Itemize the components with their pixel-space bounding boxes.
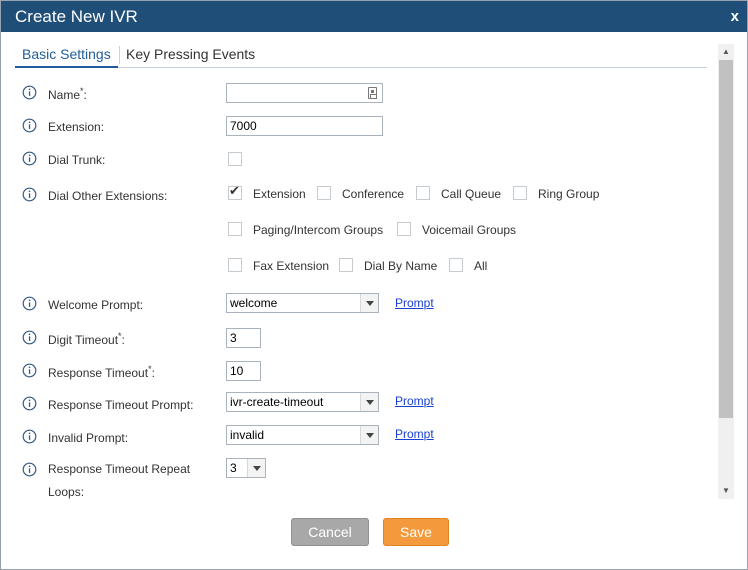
response-timeout-prompt-label: Response Timeout Prompt:: [48, 398, 194, 412]
info-icon[interactable]: [22, 151, 37, 166]
scroll-up-icon[interactable]: ▲: [718, 44, 734, 60]
extension-option-label: Extension: [253, 187, 306, 201]
name-input[interactable]: [226, 83, 383, 103]
tab-basic-settings[interactable]: Basic Settings: [15, 44, 118, 68]
invalid-prompt-label: Invalid Prompt:: [48, 431, 129, 445]
invalid-prompt-link[interactable]: Prompt: [395, 427, 434, 441]
dialog-title: Create New IVR: [15, 7, 138, 26]
dialog-titlebar: Create New IVR x: [1, 1, 747, 32]
all-option-label: All: [474, 259, 488, 273]
all-checkbox[interactable]: [449, 258, 463, 272]
tab-divider: [119, 46, 120, 64]
fax-extension-option-label: Fax Extension: [253, 259, 330, 273]
digit-timeout-label: Digit Timeout*:: [48, 331, 125, 347]
info-icon[interactable]: [22, 330, 37, 345]
scroll-thumb[interactable]: [719, 60, 733, 418]
cancel-button[interactable]: Cancel: [291, 518, 369, 546]
conference-checkbox[interactable]: [317, 186, 331, 200]
response-timeout-label: Response Timeout*:: [48, 364, 155, 380]
save-button[interactable]: Save: [383, 518, 449, 546]
info-icon[interactable]: [22, 118, 37, 133]
info-icon[interactable]: [22, 429, 37, 444]
invalid-prompt-select[interactable]: invalid: [226, 425, 379, 445]
extension-label: Extension:: [48, 120, 105, 134]
info-icon[interactable]: [22, 187, 37, 202]
ring-group-checkbox[interactable]: [513, 186, 527, 200]
vertical-scrollbar[interactable]: ▲ ▼: [718, 44, 734, 499]
dial-trunk-checkbox[interactable]: [228, 152, 242, 166]
tab-bar: Basic Settings Key Pressing Events: [15, 44, 707, 68]
call-queue-option-label: Call Queue: [441, 187, 502, 201]
keyboard-icon[interactable]: [368, 87, 377, 99]
info-icon[interactable]: [22, 85, 37, 100]
info-icon[interactable]: [22, 462, 37, 477]
tab-key-pressing-events[interactable]: Key Pressing Events: [126, 44, 255, 68]
extension-checkbox[interactable]: ✔: [228, 183, 242, 200]
chevron-down-icon[interactable]: [247, 459, 265, 477]
create-ivr-dialog: Create New IVR x Basic Settings Key Pres…: [0, 0, 748, 570]
chevron-down-icon[interactable]: [360, 393, 378, 411]
welcome-prompt-select[interactable]: welcome: [226, 293, 379, 313]
ring-group-option-label: Ring Group: [538, 187, 600, 201]
paging-intercom-checkbox[interactable]: [228, 222, 242, 236]
name-label: Name*:: [48, 86, 87, 102]
welcome-prompt-link[interactable]: Prompt: [395, 296, 434, 310]
welcome-prompt-label: Welcome Prompt:: [48, 298, 144, 312]
digit-timeout-input[interactable]: 3: [226, 328, 261, 348]
call-queue-checkbox[interactable]: [416, 186, 430, 200]
response-timeout-repeat-loops-select[interactable]: 3: [226, 458, 266, 478]
response-timeout-prompt-select[interactable]: ivr-create-timeout: [226, 392, 379, 412]
conference-option-label: Conference: [342, 187, 405, 201]
extension-input[interactable]: 7000: [226, 116, 383, 136]
close-icon[interactable]: x: [731, 8, 739, 25]
response-timeout-input[interactable]: 10: [226, 361, 261, 381]
voicemail-groups-checkbox[interactable]: [397, 222, 411, 236]
info-icon[interactable]: [22, 363, 37, 378]
voicemail-groups-option-label: Voicemail Groups: [422, 223, 517, 237]
info-icon[interactable]: [22, 396, 37, 411]
response-timeout-repeat-loops-label: Response Timeout Repeat Loops:: [48, 462, 191, 499]
scroll-down-icon[interactable]: ▼: [718, 483, 734, 499]
dial-by-name-option-label: Dial By Name: [364, 259, 438, 273]
chevron-down-icon[interactable]: [360, 294, 378, 312]
info-icon[interactable]: [22, 296, 37, 311]
checkmark-icon: ✔: [229, 183, 240, 198]
paging-intercom-option-label: Paging/Intercom Groups: [253, 223, 384, 237]
fax-extension-checkbox[interactable]: [228, 258, 242, 272]
dial-other-extensions-label: Dial Other Extensions:: [48, 189, 168, 203]
chevron-down-icon[interactable]: [360, 426, 378, 444]
dial-trunk-label: Dial Trunk:: [48, 153, 106, 167]
response-timeout-prompt-link[interactable]: Prompt: [395, 394, 434, 408]
dial-by-name-checkbox[interactable]: [339, 258, 353, 272]
